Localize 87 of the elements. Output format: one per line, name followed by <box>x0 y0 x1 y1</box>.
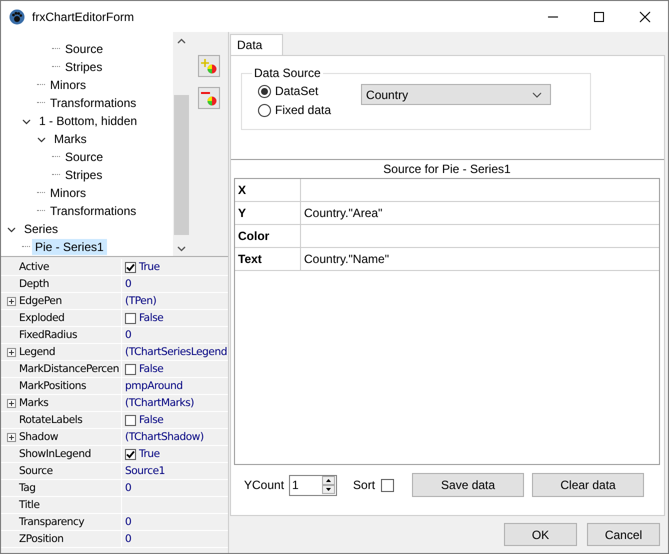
tree-item[interactable]: Transformations <box>47 203 140 219</box>
expand-plus-icon[interactable] <box>7 348 16 356</box>
dataset-dropdown[interactable]: Country <box>361 84 552 105</box>
property-value[interactable]: False <box>139 414 164 426</box>
dialog-button[interactable]: Cancel <box>587 523 660 546</box>
tree-item[interactable]: Marks <box>51 131 90 147</box>
table-cell: Color <box>235 225 301 247</box>
tree-item[interactable]: Series <box>21 221 62 237</box>
tree-item[interactable]: Stripes <box>62 59 106 75</box>
property-name: FixedRadius <box>19 329 78 341</box>
add-series-button[interactable] <box>198 55 220 77</box>
property-name: Exploded <box>19 312 64 324</box>
property-name: Active <box>19 261 50 273</box>
chevron-down-icon[interactable] <box>37 134 46 144</box>
ycount-spinner[interactable]: 1 <box>289 474 338 496</box>
scrollbar-thumb[interactable] <box>174 95 188 235</box>
window-title: frxChartEditorForm <box>32 10 134 24</box>
table-cell[interactable]: Country."Name" <box>301 248 659 270</box>
table-title: Source for Pie - Series1 <box>382 162 512 178</box>
checkbox[interactable] <box>125 262 136 272</box>
checkbox[interactable] <box>125 448 136 460</box>
paw-icon <box>9 8 25 24</box>
property-value[interactable]: 0 <box>125 533 132 545</box>
property-name: MarkDistancePercen <box>19 363 119 375</box>
table-cell: X <box>235 179 301 201</box>
property-value[interactable]: 0 <box>125 482 132 494</box>
table-cell: Y <box>235 202 301 224</box>
tree-item[interactable]: Source <box>62 149 106 165</box>
property-value[interactable]: False <box>139 363 164 375</box>
property-name: Source <box>19 465 53 477</box>
property-value[interactable]: Source1 <box>125 465 165 477</box>
checkbox[interactable] <box>125 364 136 374</box>
property-name: ZPosition <box>19 533 64 545</box>
property-value[interactable]: 0 <box>125 329 132 341</box>
property-value[interactable]: pmpAround <box>125 380 183 392</box>
property-value[interactable]: False <box>139 312 164 324</box>
checkbox[interactable] <box>125 312 136 324</box>
property-name: Tag <box>19 482 36 494</box>
property-value[interactable]: True <box>139 448 160 460</box>
property-value[interactable]: (TChartMarks) <box>125 397 194 409</box>
tree-item[interactable]: Minors <box>47 185 90 201</box>
dialog-button[interactable]: OK <box>504 523 577 546</box>
tree-item[interactable]: Minors <box>47 77 90 93</box>
tree-item[interactable]: 1 - Bottom, hidden <box>36 113 140 129</box>
scroll-down-icon[interactable] <box>176 246 186 252</box>
property-name: RotateLabels <box>19 414 82 426</box>
property-value[interactable]: (TChartShadow) <box>125 431 204 443</box>
action-button[interactable]: Save data <box>412 473 524 497</box>
property-name: Transparency <box>19 516 84 528</box>
tab[interactable]: Data <box>230 34 284 55</box>
expand-plus-icon[interactable] <box>7 296 16 306</box>
expand-plus-icon[interactable] <box>7 398 16 408</box>
chevron-down-icon[interactable] <box>532 92 542 98</box>
checkbox[interactable] <box>125 414 136 426</box>
chevron-down-icon[interactable] <box>22 116 31 126</box>
expand-plus-icon[interactable] <box>7 432 16 442</box>
tree-item[interactable]: Pie - Series1 <box>32 239 107 255</box>
property-value[interactable]: 0 <box>125 278 132 290</box>
sort-checkbox[interactable] <box>381 478 394 492</box>
tree-item[interactable]: Source <box>62 41 106 57</box>
chevron-down-icon[interactable] <box>7 224 16 234</box>
table-cell: Text <box>235 248 301 270</box>
property-name: Shadow <box>19 431 58 443</box>
scroll-up-icon[interactable] <box>176 38 186 44</box>
delete-series-button[interactable] <box>198 87 220 109</box>
maximize-icon[interactable] <box>593 10 605 22</box>
property-name: ShowInLegend <box>19 448 91 460</box>
property-name: Depth <box>19 278 49 290</box>
property-name: Title <box>19 499 40 511</box>
property-value[interactable]: 0 <box>125 516 132 528</box>
group-title: Data Source <box>253 66 322 80</box>
property-value[interactable]: (TPen) <box>125 295 156 307</box>
table-cell[interactable]: Country."Area" <box>301 202 659 224</box>
ycount-label: YCount <box>244 478 284 492</box>
action-button[interactable]: Clear data <box>532 473 644 497</box>
property-name: Legend <box>19 346 56 358</box>
property-value[interactable]: True <box>139 261 160 273</box>
radio-option[interactable]: Fixed data <box>258 103 332 117</box>
radio-option[interactable]: DataSet <box>258 84 332 98</box>
property-name: EdgePen <box>19 295 62 307</box>
tree-item[interactable]: Transformations <box>47 95 140 111</box>
tree-item[interactable]: Stripes <box>62 167 106 183</box>
property-value[interactable]: (TChartSeriesLegend) <box>125 346 228 358</box>
sort-label: Sort <box>353 478 376 492</box>
property-name: Marks <box>19 397 48 409</box>
close-icon[interactable] <box>639 10 651 22</box>
property-name: MarkPositions <box>19 380 86 392</box>
